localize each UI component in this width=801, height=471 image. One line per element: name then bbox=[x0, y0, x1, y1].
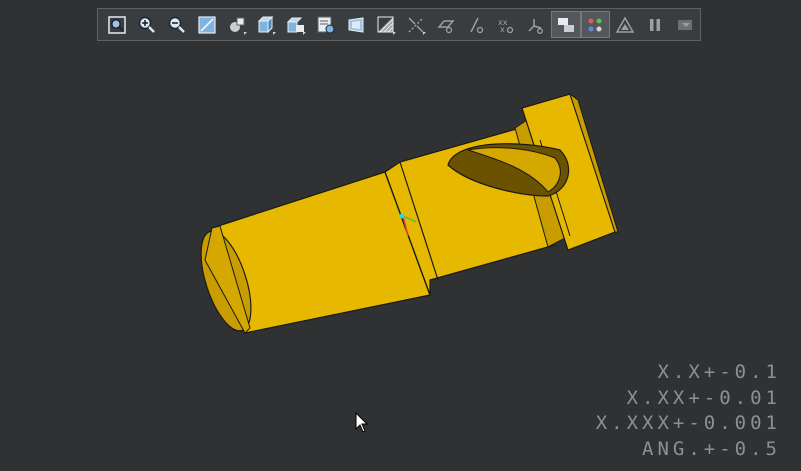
appearance-icon bbox=[616, 15, 635, 33]
csys-display-button[interactable] bbox=[521, 11, 551, 38]
zoom-out-icon bbox=[168, 16, 185, 33]
spin-center-button[interactable] bbox=[580, 11, 611, 38]
datum-display-button[interactable] bbox=[401, 11, 431, 38]
axis-display-button[interactable] bbox=[461, 11, 491, 38]
part-model bbox=[200, 92, 619, 334]
perspective-icon bbox=[348, 16, 364, 33]
submenu-indicator bbox=[393, 32, 397, 35]
annotation-display-button[interactable] bbox=[550, 11, 581, 38]
animation-button[interactable] bbox=[670, 11, 700, 38]
tolerance-table: X.X+-0.1 X.XX+-0.01 X.XXX+-0.001 ANG.+-0… bbox=[596, 360, 781, 462]
saved-views-button[interactable] bbox=[281, 11, 311, 38]
display-style-button[interactable] bbox=[252, 11, 282, 38]
tolerance-line-3: X.XXX+-0.001 bbox=[595, 412, 781, 434]
tolerance-line-2: X.XX+-0.01 bbox=[626, 386, 781, 409]
refit-icon bbox=[108, 15, 126, 34]
zoom-in-button[interactable] bbox=[132, 11, 162, 38]
mouse-cursor-icon bbox=[355, 412, 369, 433]
refit-button[interactable] bbox=[102, 11, 132, 38]
svg-text:x: x bbox=[500, 25, 505, 34]
csys-origin bbox=[399, 213, 405, 219]
tolerance-line-4: ANG.+-0.5 bbox=[642, 437, 781, 460]
submenu-indicator bbox=[243, 32, 247, 35]
submenu-indicator bbox=[273, 32, 277, 35]
csys-display-icon bbox=[528, 18, 543, 34]
plane-display-icon bbox=[437, 19, 455, 33]
perspective-button[interactable] bbox=[341, 11, 371, 38]
section-button[interactable] bbox=[371, 11, 401, 38]
submenu-indicator bbox=[303, 32, 307, 35]
graphics-toolbar: xx x bbox=[97, 8, 701, 41]
view-manager-icon bbox=[317, 16, 335, 33]
animation-icon bbox=[678, 19, 693, 30]
zoom-in-icon bbox=[138, 16, 155, 33]
point-display-button[interactable]: xx x bbox=[491, 11, 521, 38]
point-display-icon: xxx bbox=[498, 18, 513, 34]
axis-display-icon bbox=[470, 17, 483, 33]
repaint-button[interactable] bbox=[192, 11, 222, 38]
annotation-display-icon bbox=[557, 17, 574, 32]
appearance-button[interactable] bbox=[610, 11, 640, 38]
repaint-icon bbox=[198, 15, 216, 34]
zoom-out-button[interactable] bbox=[162, 11, 192, 38]
plane-display-button[interactable] bbox=[431, 11, 461, 38]
submenu-indicator bbox=[422, 32, 426, 35]
orient-button[interactable] bbox=[222, 11, 252, 38]
spin-center-icon bbox=[588, 18, 602, 31]
pause-icon bbox=[650, 18, 661, 31]
tolerance-line-1: X.X+-0.1 bbox=[657, 361, 781, 383]
pause-button[interactable] bbox=[640, 11, 670, 38]
view-manager-button[interactable] bbox=[311, 11, 341, 38]
